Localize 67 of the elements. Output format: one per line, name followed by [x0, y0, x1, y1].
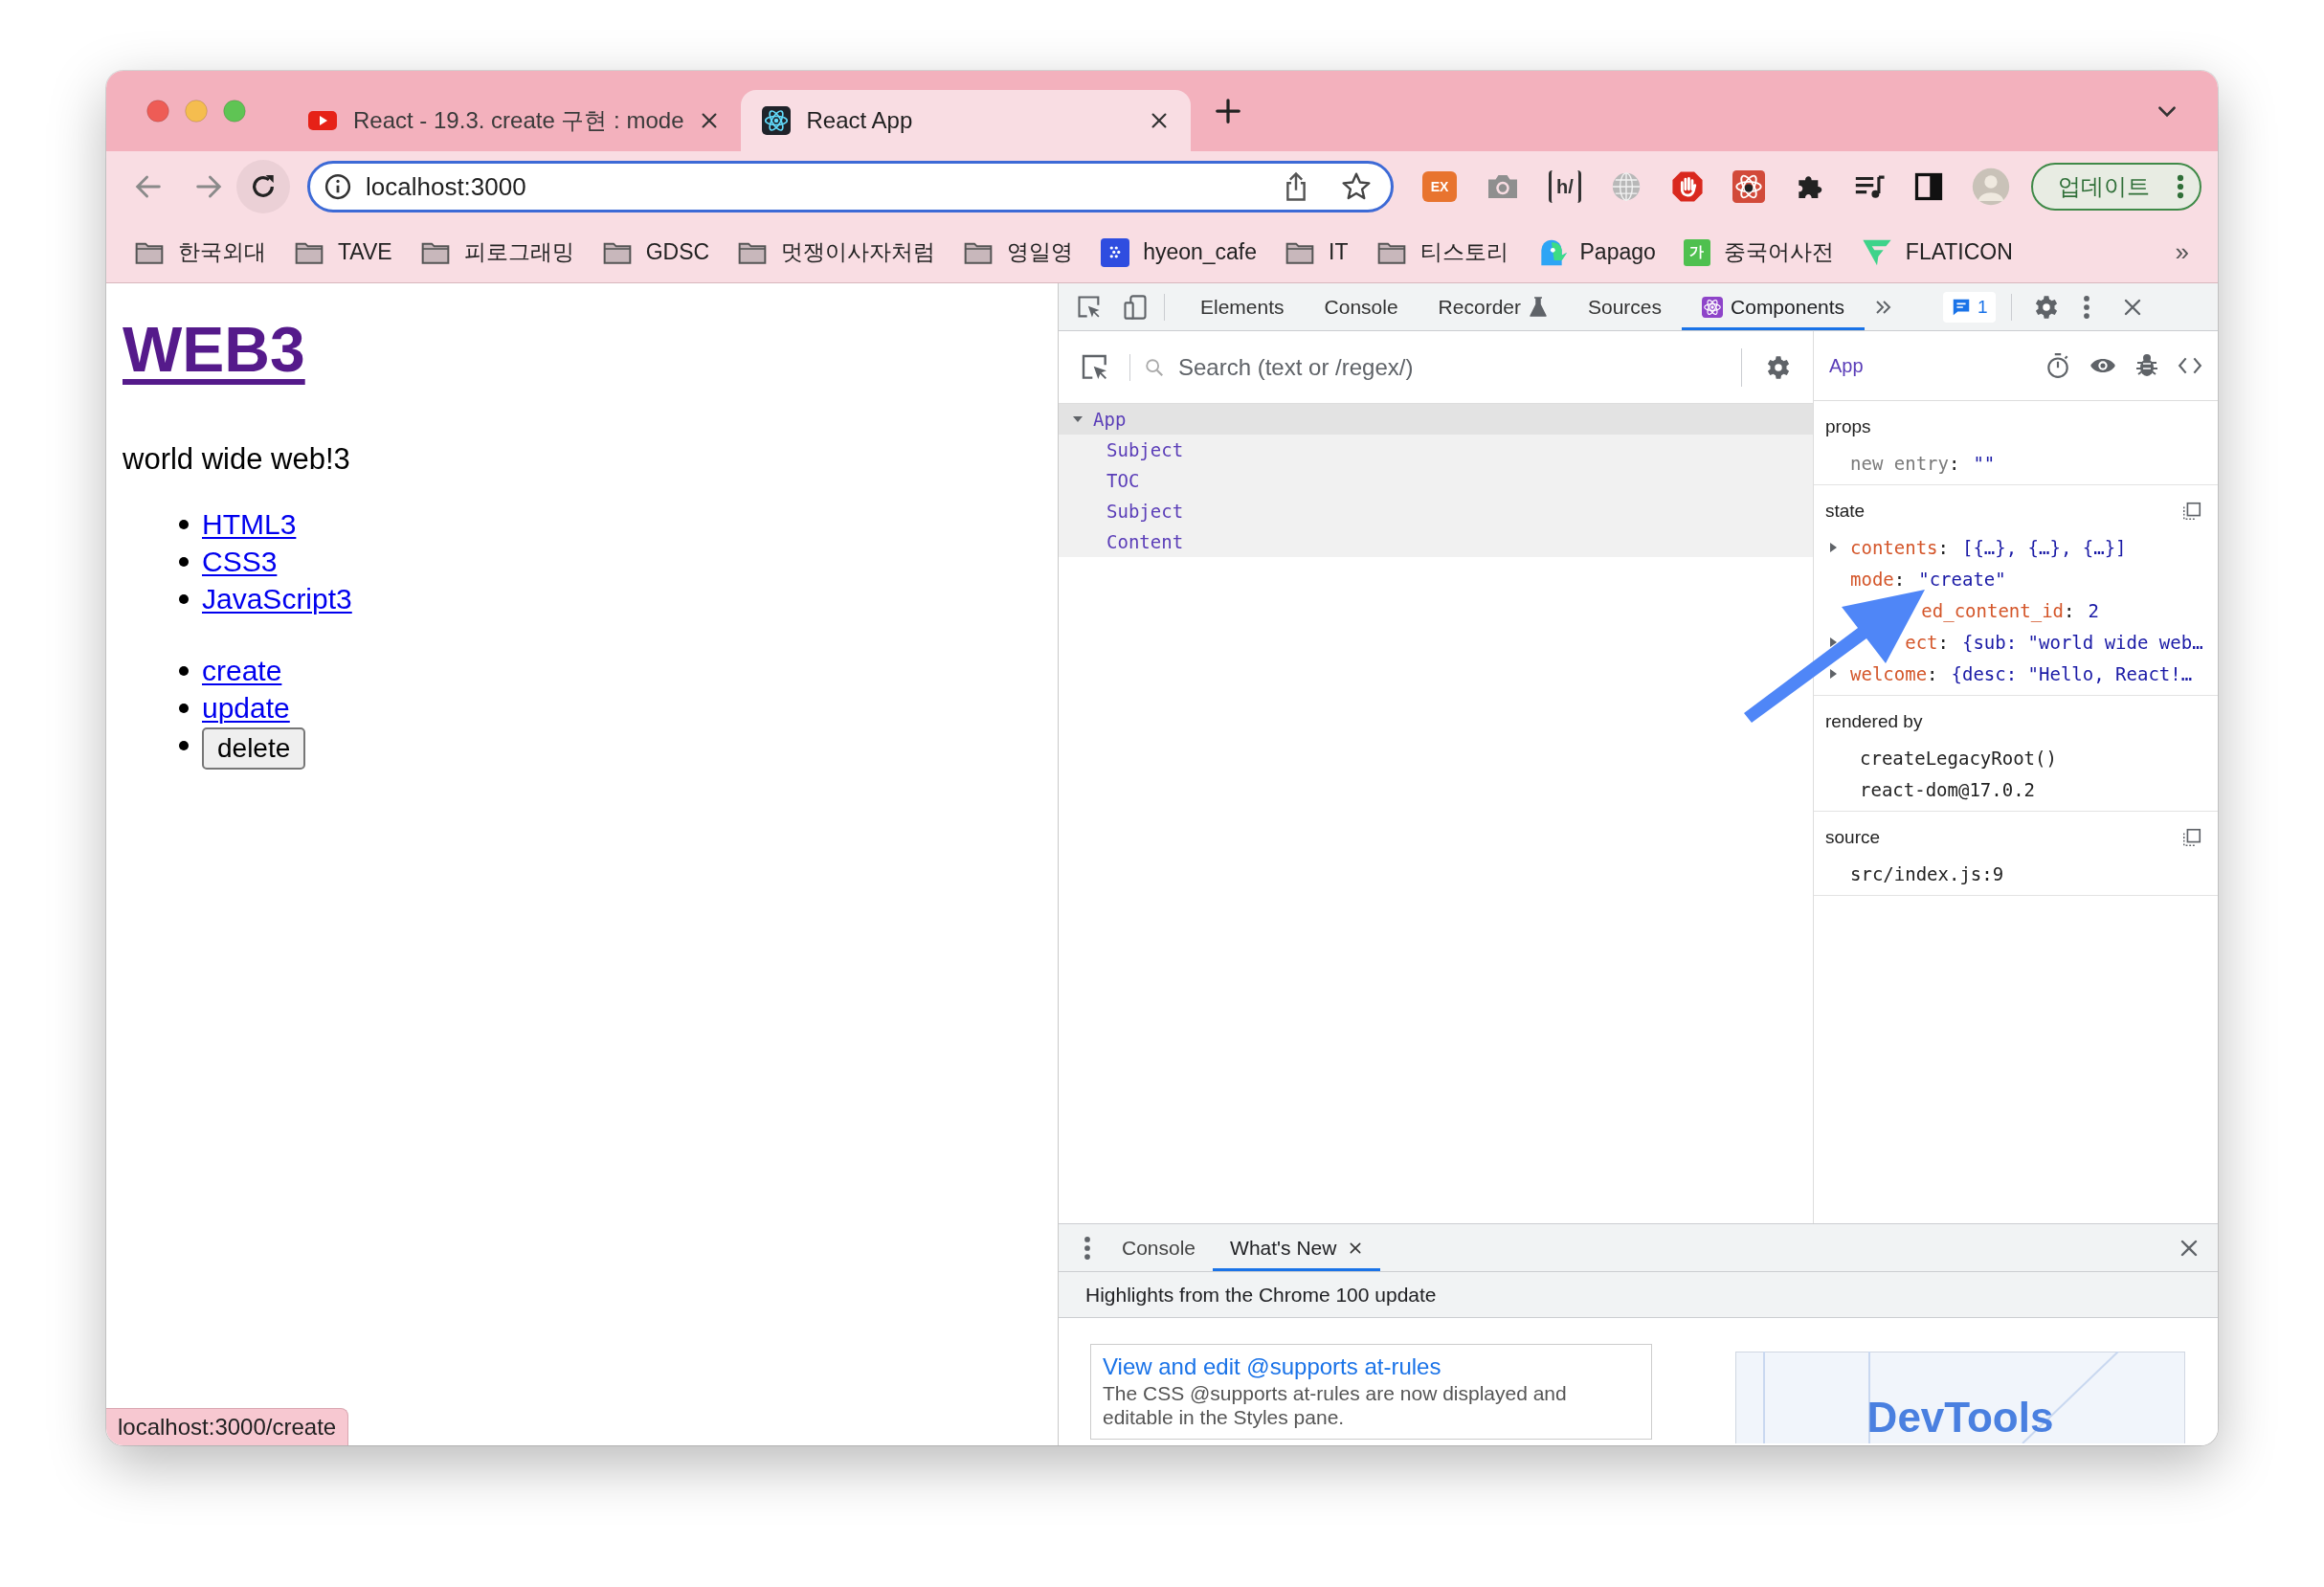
bookmark[interactable]: IT [1285, 238, 1349, 266]
devtools-tab[interactable]: Sources [1568, 283, 1683, 330]
prop-key: ect: [1905, 631, 1949, 653]
toc-link[interactable]: JavaScript3 [202, 582, 352, 615]
tree-item[interactable]: Subject [1059, 435, 1813, 465]
renderer-name: createLegacyRoot() [1860, 747, 2057, 769]
browser-tab[interactable]: React - 19.3. create 구현 : mode [286, 90, 742, 151]
prop-key: mode: [1850, 568, 1906, 590]
browser-tab[interactable]: React App [741, 90, 1192, 151]
tab-title: React - 19.3. create 구현 : mode [353, 106, 684, 135]
bookmark[interactable]: hyeon_cafe [1101, 237, 1258, 267]
page-title-link[interactable]: WEB3 [123, 314, 305, 385]
devtools-tab[interactable]: Components [1682, 283, 1866, 330]
section-title: rendered by [1825, 711, 1923, 732]
prop-key: welcome: [1850, 662, 1938, 684]
delete-button[interactable]: delete [202, 726, 306, 770]
bookmark[interactable]: 피로그래밍 [419, 237, 574, 267]
bookmarks-overflow[interactable]: » [2175, 237, 2189, 267]
feature-link[interactable]: View and edit @supports at-rules [1103, 1352, 1640, 1381]
devtools-tab[interactable]: Recorder [1418, 283, 1568, 330]
issues-counter[interactable]: 1 [1943, 291, 1996, 323]
toc-link[interactable]: HTML3 [202, 507, 297, 541]
update-button[interactable]: 업데이트 [2031, 163, 2201, 211]
renderer-name: react-dom@17.0.2 [1860, 778, 2036, 800]
bookmark[interactable]: 가 중국어사전 [1683, 237, 1834, 267]
address-field[interactable]: localhost:3000 [366, 171, 1282, 202]
bookmark[interactable]: Papago [1535, 236, 1656, 268]
drawer-tab[interactable]: Console [1105, 1224, 1214, 1271]
prop-key[interactable]: new entry: [1850, 452, 1960, 474]
bookmark[interactable]: TAVE [294, 238, 392, 266]
bookmark[interactable]: FLATICON [1861, 237, 2013, 267]
prop-value: "" [1973, 452, 1996, 474]
address-bar[interactable]: localhost:3000 [307, 161, 1394, 212]
bookmark[interactable]: 티스토리 [1375, 237, 1508, 267]
mode-link[interactable]: update [202, 691, 290, 725]
bookmark[interactable]: 한국외대 [134, 237, 266, 267]
section-title: source [1825, 827, 1881, 848]
prop-value: 2 [2088, 599, 2099, 621]
bookmark[interactable]: GDSC [601, 238, 710, 266]
devtools-tab[interactable]: Console [1304, 283, 1419, 330]
devtools-tab[interactable]: Elements [1180, 283, 1305, 330]
section-title: props [1825, 416, 1871, 437]
prop-value: {sub: "world wide web… [1961, 631, 2203, 653]
tree-item[interactable]: TOC [1059, 465, 1813, 496]
prop-key: contents: [1850, 536, 1949, 558]
prop-value: {desc: "Hello, React!… [1951, 662, 2193, 684]
component-name: App [1829, 354, 1864, 377]
bookmark[interactable]: 멋쟁이사자처럼 [737, 237, 936, 267]
source-location: src/index.js:9 [1850, 862, 2004, 884]
tree-item[interactable]: Content [1059, 526, 1813, 557]
prop-value: "create" [1918, 568, 2006, 590]
dictionary-icon: 가 [1683, 238, 1710, 266]
bookmark[interactable]: 영일영 [963, 237, 1074, 267]
subtitle: world wide web!3 [123, 442, 350, 477]
toc-link[interactable]: CSS3 [202, 545, 278, 578]
tree-item[interactable]: Subject [1059, 496, 1813, 526]
promo-banner: DevTools [1735, 1352, 2185, 1443]
prop-value: [{…}, {…}, {…}] [1961, 536, 2127, 558]
section-title: state [1825, 501, 1866, 522]
tree-item[interactable]: App [1059, 404, 1813, 435]
prop-key: ed_content_id: [1921, 599, 2075, 621]
highlights-heading: Highlights from the Chrome 100 update [1059, 1272, 2218, 1318]
mode-link[interactable]: create [202, 654, 282, 687]
feature-description: The CSS @supports at-rules are now displayed and editable in the Styles pane. [1103, 1381, 1568, 1429]
tab-title: React App [806, 107, 914, 134]
status-bubble: localhost:3000/create [106, 1408, 349, 1445]
search-field[interactable]: Search (text or /regex/) [1178, 353, 1741, 381]
